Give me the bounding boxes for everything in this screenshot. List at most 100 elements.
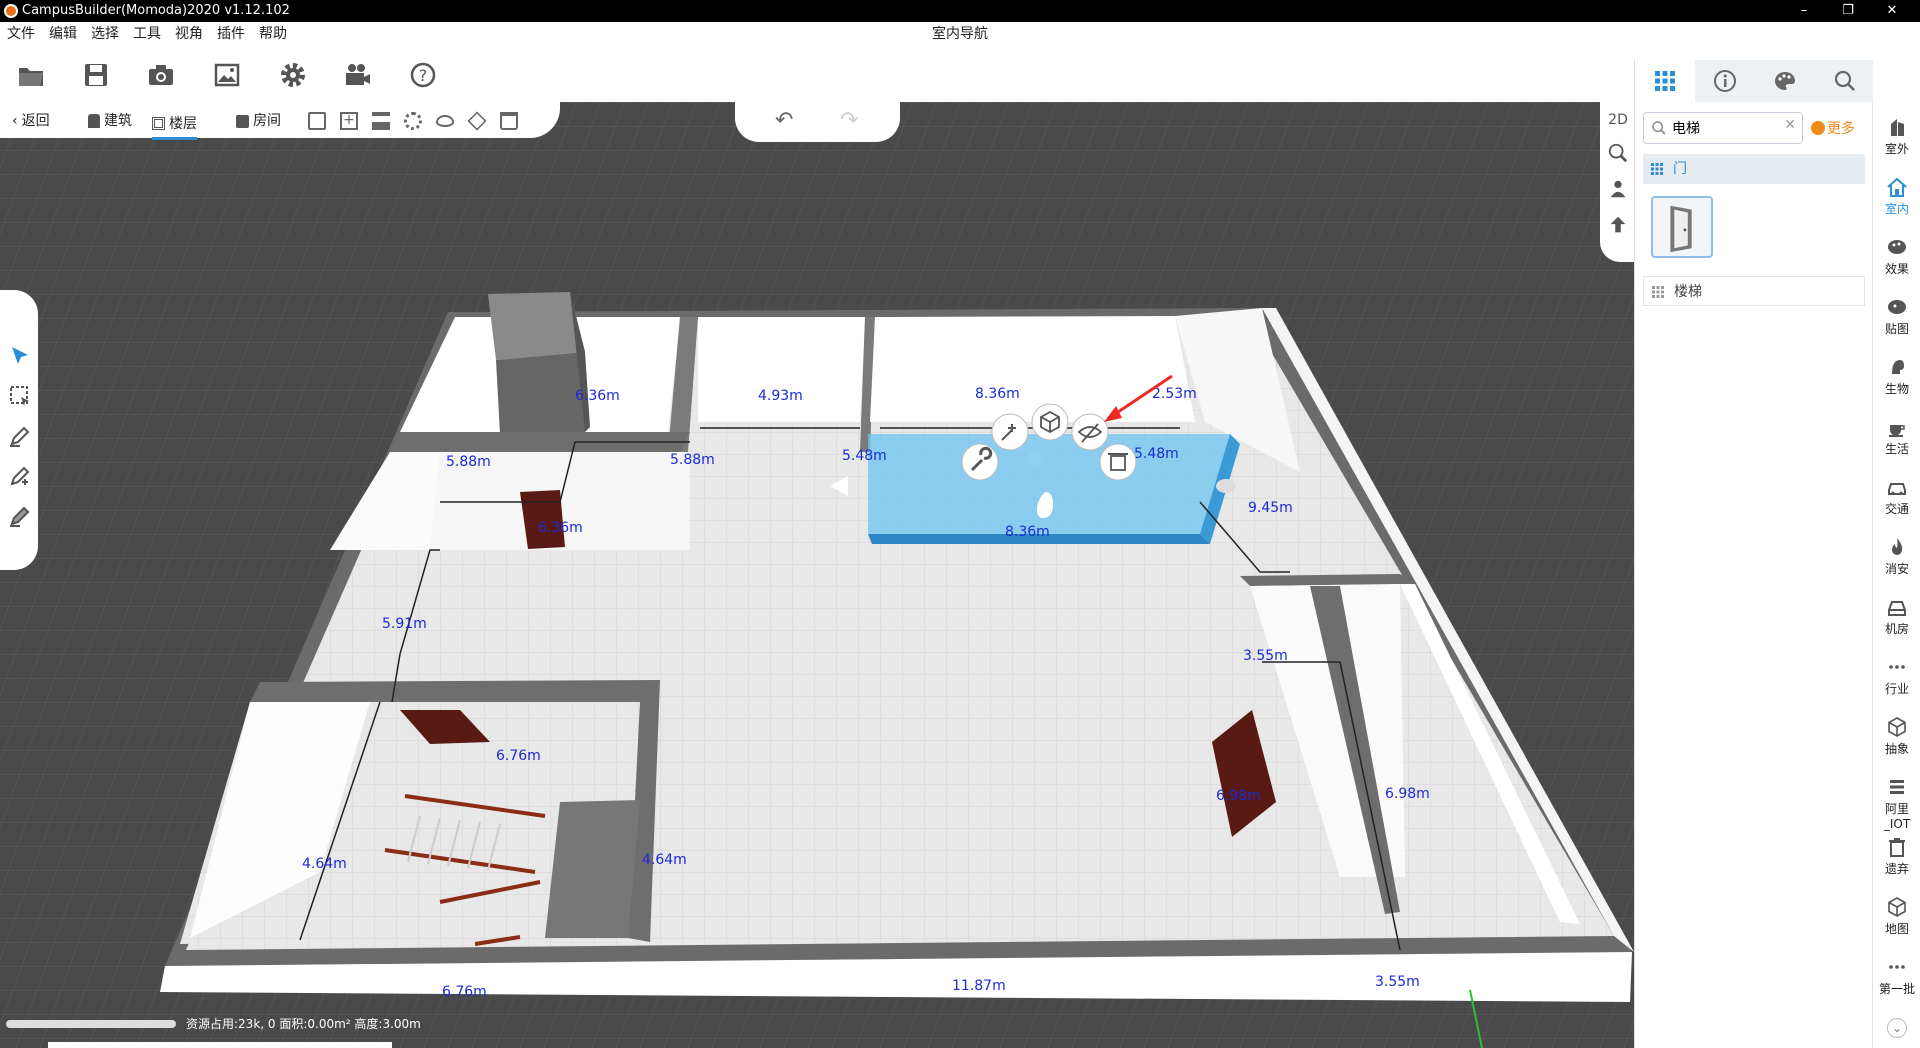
gear-icon[interactable] xyxy=(278,60,308,90)
video-camera-icon[interactable] xyxy=(342,60,372,90)
tab-palette[interactable] xyxy=(1755,60,1815,102)
tab-floor[interactable]: 楼层 xyxy=(152,106,197,140)
settings-icon[interactable] xyxy=(404,112,422,130)
move-gizmo[interactable] xyxy=(1027,450,1043,466)
cat-map[interactable]: 地图 xyxy=(1873,890,1920,950)
context-wrench-button[interactable] xyxy=(961,443,999,481)
cat-textures-label: 贴图 xyxy=(1884,322,1909,336)
cat-abstract-label: 抽象 xyxy=(1884,742,1909,756)
tab-search[interactable] xyxy=(1815,60,1875,102)
dimension-label: 6.36m xyxy=(538,520,583,536)
cat-indoor[interactable]: 室内 xyxy=(1873,170,1920,230)
scroll-down-icon[interactable]: ⌄ xyxy=(1887,1018,1907,1038)
cat-server-room-label: 机房 xyxy=(1884,622,1909,636)
cat-aliyun-iot[interactable]: 阿里_IOT xyxy=(1873,770,1920,831)
sub-toolbar: ‹ 返回 建筑 楼层 房间 + xyxy=(0,102,560,140)
more-link[interactable]: 更多 xyxy=(1811,118,1855,138)
zoom-fit-icon[interactable] xyxy=(1606,142,1630,166)
cat-industry[interactable]: 行业 xyxy=(1873,650,1920,710)
box-select-icon[interactable] xyxy=(8,384,32,408)
tab-info[interactable] xyxy=(1695,60,1755,102)
search-input[interactable] xyxy=(1672,118,1782,138)
cat-traffic[interactable]: 交通 xyxy=(1873,470,1920,530)
cat-discarded-label: 遗弃 xyxy=(1884,862,1909,876)
camera-icon[interactable] xyxy=(146,60,176,90)
3d-viewport[interactable]: 6.36m 4.93m 8.36m 2.53m 5.88m 5.88m 5.48… xyxy=(0,102,1634,1048)
save-icon[interactable] xyxy=(81,60,111,90)
eye-icon[interactable] xyxy=(436,115,454,127)
help-icon[interactable]: ? xyxy=(408,60,438,90)
pen-add-icon[interactable] xyxy=(8,464,32,488)
menu-file[interactable]: 文件 xyxy=(0,22,42,46)
dimension-label: 6.76m xyxy=(442,984,487,1000)
palette-icon xyxy=(1774,72,1795,90)
redo-icon[interactable]: ↷ xyxy=(840,108,858,133)
search-field[interactable]: ✕ xyxy=(1643,112,1803,144)
cat-indoor-label: 室内 xyxy=(1884,202,1909,216)
minimize-button[interactable]: – xyxy=(1784,1,1824,21)
horizontal-scrollbar[interactable] xyxy=(48,1042,392,1048)
cat-outdoor[interactable]: 室外 xyxy=(1873,110,1920,170)
app-logo-icon xyxy=(4,4,18,18)
cat-first-batch[interactable]: 第一批 xyxy=(1873,950,1920,1010)
box-icon[interactable] xyxy=(467,111,487,131)
dimension-label: 8.36m xyxy=(1005,524,1050,540)
menu-select[interactable]: 选择 xyxy=(84,22,126,46)
context-delete-button[interactable] xyxy=(1099,443,1137,481)
window-title: CampusBuilder(Momoda)2020 v1.12.102 xyxy=(22,3,290,18)
more-dots-icon xyxy=(1889,965,1905,969)
view-tool-panel: 2D xyxy=(1600,102,1634,262)
tab-floor-label: 楼层 xyxy=(169,115,197,132)
menu-view[interactable]: 视角 xyxy=(168,22,210,46)
texture-icon xyxy=(1888,300,1906,314)
category-sidebar: 室外 室内 效果 贴图 生物 生活 交通 消安 机房 行业 抽象 阿里_IOT … xyxy=(1872,102,1920,1048)
pointer-icon[interactable] xyxy=(8,344,32,368)
category-stairs[interactable]: 楼梯 xyxy=(1643,276,1865,306)
trash-icon[interactable] xyxy=(500,112,518,130)
menu-edit[interactable]: 编辑 xyxy=(42,22,84,46)
category-door[interactable]: 门 xyxy=(1643,154,1865,184)
cat-abstract[interactable]: 抽象 xyxy=(1873,710,1920,770)
cat-effects[interactable]: 效果 xyxy=(1873,230,1920,290)
2d-toggle-button[interactable]: 2D xyxy=(1606,112,1630,136)
open-folder-icon[interactable] xyxy=(16,60,46,90)
pen-icon[interactable] xyxy=(8,424,32,448)
cat-fire-safety[interactable]: 消安 xyxy=(1873,530,1920,590)
tab-building[interactable]: 建筑 xyxy=(88,110,132,132)
restore-button[interactable]: ❐ xyxy=(1828,1,1868,21)
tab-library[interactable] xyxy=(1635,60,1695,102)
person-view-icon[interactable] xyxy=(1606,178,1630,202)
tab-room[interactable]: 房间 xyxy=(236,110,281,132)
copy-icon[interactable] xyxy=(308,112,326,130)
image-icon[interactable] xyxy=(212,60,242,90)
context-add-point-button[interactable] xyxy=(991,413,1029,451)
menu-plugins[interactable]: 插件 xyxy=(210,22,252,46)
cat-discarded[interactable]: 遗弃 xyxy=(1873,830,1920,890)
building-icon xyxy=(88,114,100,128)
undo-icon[interactable]: ↶ xyxy=(775,108,793,133)
dimension-label: 6.76m xyxy=(496,748,541,764)
cat-creatures[interactable]: 生物 xyxy=(1873,350,1920,410)
cat-living[interactable]: 生活 xyxy=(1873,410,1920,470)
dimension-label: 9.45m xyxy=(1248,500,1293,516)
server-icon xyxy=(1888,601,1906,616)
cat-textures[interactable]: 贴图 xyxy=(1873,290,1920,350)
door-model-thumbnail[interactable] xyxy=(1651,196,1713,258)
cat-aliyun-iot-label: 阿里_IOT xyxy=(1883,802,1911,831)
dimension-label: 2.53m xyxy=(1152,386,1197,402)
shelf-icon[interactable] xyxy=(372,112,390,130)
left-tool-panel xyxy=(0,290,38,570)
dimension-label: 5.88m xyxy=(446,454,491,470)
grid-icon xyxy=(1655,71,1675,91)
clear-search-icon[interactable]: ✕ xyxy=(1784,117,1796,133)
menu-help[interactable]: 帮助 xyxy=(252,22,294,46)
context-cube-button[interactable] xyxy=(1031,403,1069,441)
back-button[interactable]: ‹ 返回 xyxy=(12,110,50,132)
cat-server-room[interactable]: 机房 xyxy=(1873,590,1920,650)
floor-up-icon[interactable] xyxy=(1606,214,1630,238)
menu-tools[interactable]: 工具 xyxy=(126,22,168,46)
add-icon[interactable]: + xyxy=(340,112,358,130)
close-button[interactable]: ✕ xyxy=(1872,1,1912,21)
context-hide-button[interactable] xyxy=(1071,413,1109,451)
eraser-icon[interactable] xyxy=(8,504,32,528)
